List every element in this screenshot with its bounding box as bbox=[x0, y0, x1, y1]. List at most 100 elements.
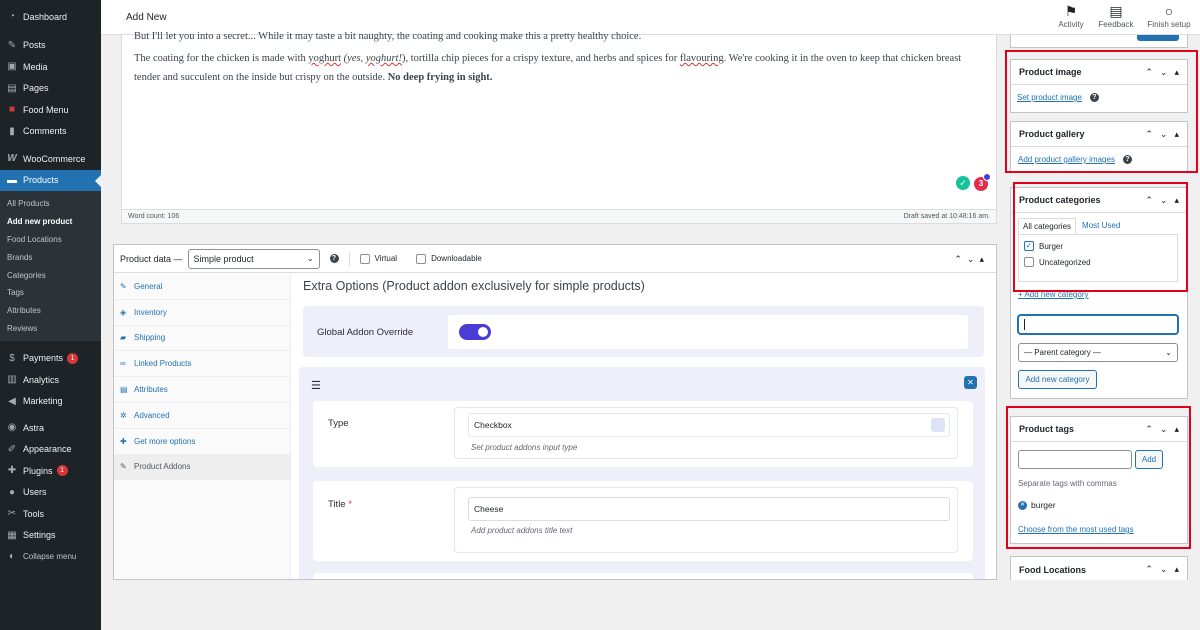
highlight-image-gallery bbox=[1005, 50, 1198, 173]
collapse-icon: ◐ bbox=[8, 551, 16, 563]
addon-type-select[interactable]: Checkbox bbox=[468, 413, 950, 437]
global-addon-override-toggle[interactable] bbox=[459, 324, 491, 340]
sidebar-item-tools[interactable]: ✂ Tools bbox=[0, 503, 101, 525]
virtual-checkbox[interactable]: Virtual bbox=[359, 253, 397, 264]
woo-icon: W bbox=[7, 153, 17, 165]
product-data-header: Product data — Simple product ⌄ ? Virtua… bbox=[114, 245, 996, 273]
sidebar-item-media[interactable]: ▣ Media bbox=[0, 56, 101, 78]
tab-general[interactable]: ✎ General bbox=[114, 274, 290, 300]
sidebar-item-dashboard[interactable]: ◔ Dashboard bbox=[0, 6, 101, 28]
plugin-icon: ✚ bbox=[7, 465, 17, 477]
submenu-brands[interactable]: Brands bbox=[0, 248, 101, 266]
box-controls[interactable]: ⌃ ⌄ ▴ bbox=[1145, 564, 1179, 575]
grammarly-dot-icon bbox=[983, 173, 991, 181]
sidebar-item-label: Astra bbox=[23, 422, 45, 433]
tab-attributes[interactable]: ▤ Attributes bbox=[114, 377, 290, 403]
title-label: Title * bbox=[328, 499, 352, 510]
addon-title-input[interactable]: Cheese bbox=[468, 497, 950, 521]
parent-category-select[interactable]: — Parent category — ⌄ bbox=[1018, 343, 1178, 362]
new-category-input[interactable] bbox=[1018, 315, 1178, 334]
activity-label: Activity bbox=[1058, 20, 1084, 29]
sidebar-item-label: Marketing bbox=[23, 396, 63, 407]
sidebar-item-label: Users bbox=[23, 487, 47, 498]
global-addon-override-row: Global Addon Override bbox=[303, 306, 984, 357]
sidebar-item-label: Products bbox=[23, 175, 59, 186]
editor-content[interactable]: But I'll let you into a secret... While … bbox=[122, 27, 996, 87]
help-icon[interactable]: ? bbox=[329, 254, 339, 263]
sidebar-item-marketing[interactable]: ◀ Marketing bbox=[0, 390, 101, 412]
finish-setup-label: Finish setup bbox=[1147, 20, 1191, 29]
sidebar-item-posts[interactable]: ✎ Posts bbox=[0, 35, 101, 57]
toggle-arrow-icon[interactable]: ▴ bbox=[1174, 564, 1179, 575]
sidebar-item-payments[interactable]: $ Payments 1 bbox=[0, 347, 101, 369]
misspelled-word[interactable]: yoghurt bbox=[308, 53, 341, 64]
sidebar-item-users[interactable]: ● Users bbox=[0, 481, 101, 503]
sidebar-item-comments[interactable]: ▮ Comments bbox=[0, 121, 101, 143]
tab-linked-products[interactable]: ∞ Linked Products bbox=[114, 351, 290, 378]
products-submenu: All Products Add new product Food Locati… bbox=[0, 191, 101, 342]
content-editor[interactable]: But I'll let you into a secret... While … bbox=[121, 31, 997, 224]
sidebar-item-appearance[interactable]: ✐ Appearance bbox=[0, 438, 101, 460]
product-addons-panel: Extra Options (Product addon exclusively… bbox=[291, 274, 996, 579]
submenu-attributes[interactable]: Attributes bbox=[0, 302, 101, 320]
analytics-icon: ▥ bbox=[7, 374, 17, 386]
notification-badge: 1 bbox=[56, 465, 68, 477]
product-data-label: Product data — bbox=[120, 253, 183, 264]
tab-shipping[interactable]: ▰ Shipping bbox=[114, 326, 290, 352]
sidebar-item-astra[interactable]: ◉ Astra bbox=[0, 417, 101, 439]
activity-button[interactable]: ⚑ Activity bbox=[1051, 3, 1091, 29]
submenu-reviews[interactable]: Reviews bbox=[0, 320, 101, 338]
add-new-category-button[interactable]: Add new category bbox=[1018, 370, 1097, 389]
tab-product-addons[interactable]: ✎ Product Addons bbox=[114, 454, 290, 481]
sidebar-item-woocommerce[interactable]: W WooCommerce bbox=[0, 148, 101, 170]
page-title: Add New bbox=[126, 12, 167, 23]
title-label-text: Title bbox=[328, 499, 346, 510]
sidebar-item-analytics[interactable]: ▥ Analytics bbox=[0, 369, 101, 391]
submenu-categories[interactable]: Categories bbox=[0, 266, 101, 284]
submenu-add-new-product[interactable]: Add new product bbox=[0, 213, 101, 231]
sidebar-item-products[interactable]: ▬ Products bbox=[0, 169, 101, 191]
highlight-tags bbox=[1006, 406, 1191, 549]
product-type-select[interactable]: Simple product ⌄ bbox=[187, 248, 320, 269]
feedback-button[interactable]: ▤ Feedback bbox=[1096, 3, 1136, 29]
remove-addon-button[interactable]: ✕ bbox=[964, 376, 977, 389]
chevron-up-icon[interactable]: ⌃ bbox=[1145, 564, 1153, 575]
misspelled-word[interactable]: yoghurt! bbox=[366, 53, 402, 64]
grammarly-icon[interactable]: ✓ bbox=[956, 176, 970, 190]
submenu-food-locations[interactable]: Food Locations bbox=[0, 231, 101, 249]
tab-label: Inventory bbox=[134, 307, 167, 317]
tab-get-more-options[interactable]: ✚ Get more options bbox=[114, 429, 290, 455]
chevron-down-icon[interactable]: ⌄ bbox=[1160, 564, 1168, 575]
downloadable-checkbox[interactable]: Downloadable bbox=[416, 253, 482, 264]
tag-icon: ◈ bbox=[120, 307, 127, 317]
submenu-tags[interactable]: Tags bbox=[0, 284, 101, 302]
comments-icon: ▮ bbox=[9, 125, 15, 137]
sidebar-item-settings[interactable]: ▦ Settings bbox=[0, 524, 101, 546]
sidebar-item-food-menu[interactable]: ■ Food Menu bbox=[0, 99, 101, 121]
food-locations-title: Food Locations bbox=[1019, 564, 1086, 575]
link-icon: ∞ bbox=[120, 359, 126, 369]
bold-text: No deep frying in sight. bbox=[387, 72, 493, 83]
tab-advanced[interactable]: ✲ Advanced bbox=[114, 403, 290, 429]
tab-inventory[interactable]: ◈ Inventory bbox=[114, 300, 290, 326]
submenu-all-products[interactable]: All Products bbox=[0, 195, 101, 213]
food-locations-header[interactable]: Food Locations ⌃ ⌄ ▴ bbox=[1011, 557, 1187, 582]
editor-paragraph: The coating for the chicken is made with… bbox=[134, 49, 984, 87]
misspelled-word[interactable]: flavouring bbox=[680, 53, 724, 64]
sidebar-collapse-menu[interactable]: ◐ Collapse menu bbox=[0, 546, 101, 568]
publish-button[interactable] bbox=[1137, 35, 1179, 41]
word-count: Word count: 106 bbox=[128, 213, 180, 220]
tab-label: Attributes bbox=[134, 385, 168, 395]
panel-controls[interactable]: ⌃⌄▴ bbox=[954, 254, 989, 265]
sidebar-item-plugins[interactable]: ✚ Plugins 1 bbox=[0, 460, 101, 482]
wrench-icon: ✎ bbox=[120, 281, 127, 291]
addon-type-row: Type Checkbox Set product addons input t… bbox=[313, 401, 973, 467]
product-type-value: Simple product bbox=[193, 253, 254, 264]
drag-handle-icon[interactable]: ☰ bbox=[311, 379, 321, 392]
sidebar-item-label: Media bbox=[23, 61, 48, 72]
sidebar-item-label: Settings bbox=[23, 530, 56, 541]
sidebar-item-pages[interactable]: ▤ Pages bbox=[0, 78, 101, 100]
bottom-area bbox=[101, 580, 1200, 630]
finish-setup-button[interactable]: ○ Finish setup bbox=[1144, 3, 1194, 29]
list-icon: ▤ bbox=[120, 385, 128, 395]
